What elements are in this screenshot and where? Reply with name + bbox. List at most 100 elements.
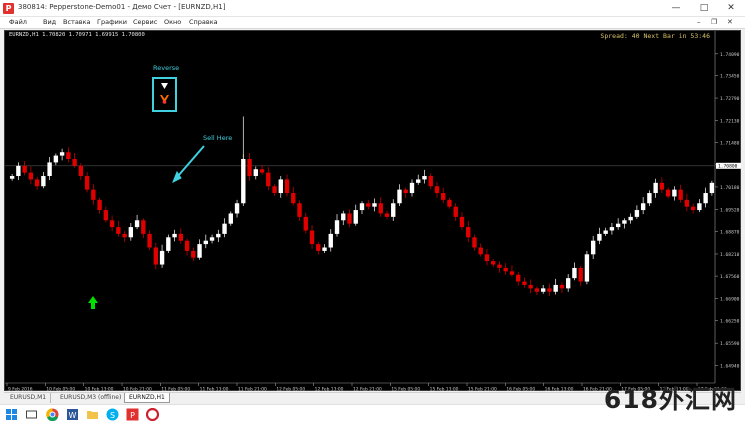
candle-body	[134, 220, 140, 228]
candle-body	[22, 165, 27, 173]
chart-canvas[interactable]: 1.74090 1.73450 1.72790 1.72130 1.71480 1.708…	[5, 31, 742, 392]
candle-body	[97, 199, 102, 211]
candle-body	[234, 203, 240, 214]
menu-charts[interactable]: Графики	[97, 18, 127, 26]
candle-body	[247, 159, 252, 177]
candle-body	[153, 247, 159, 265]
candle-body	[291, 193, 296, 204]
chrome-icon[interactable]	[46, 408, 59, 421]
candle-body	[628, 216, 633, 221]
candle-body	[284, 179, 290, 194]
candle-body	[659, 182, 665, 190]
candle-body	[572, 267, 577, 279]
title-bar: P 380814: Pepperstone-Demo01 - Демо Счет…	[0, 0, 745, 17]
y-tick-label: 1.67560	[720, 274, 740, 280]
candle-body	[34, 179, 40, 187]
spread-info: Spread: 40 Next Bar in 53:46	[600, 32, 710, 40]
candle-body	[397, 189, 402, 204]
price-chart[interactable]: 1.74090 1.73450 1.72790 1.72130 1.71480 1.708…	[4, 30, 742, 392]
screen: P 380814: Pepperstone-Demo01 - Демо Счет…	[0, 0, 745, 423]
task-view-icon[interactable]	[25, 408, 38, 421]
candle-body	[609, 227, 615, 231]
candle-body	[472, 237, 477, 248]
minimize-button[interactable]: —	[662, 0, 690, 17]
candle-body	[378, 203, 383, 214]
candle-body	[453, 206, 458, 217]
symbol-info: EURNZD,H1 1.70820 1.70971 1.69915 1.7080…	[9, 32, 145, 38]
close-button[interactable]: ✕	[717, 0, 745, 17]
candle-body	[434, 186, 440, 194]
candle-body	[172, 233, 177, 238]
candle-body	[16, 165, 21, 177]
candle-body	[534, 288, 540, 292]
candle-body	[597, 233, 602, 241]
candle-body	[141, 220, 146, 234]
y-tick-label: 1.64940	[720, 363, 740, 369]
child-close-button[interactable]: ✕	[727, 18, 733, 26]
candle-body	[303, 216, 308, 231]
candle-body	[684, 199, 690, 207]
candle-body	[416, 179, 421, 183]
candle-body	[522, 281, 527, 285]
word-icon[interactable]: W	[66, 408, 79, 421]
menu-view[interactable]: Вид	[43, 18, 56, 26]
candle-body	[278, 179, 283, 194]
menu-window[interactable]: Окно	[164, 18, 181, 26]
child-minimize-button[interactable]: –	[697, 18, 701, 26]
y-tick-label: 1.72790	[720, 96, 740, 102]
candle-body	[309, 230, 315, 245]
menu-insert[interactable]: Вставка	[63, 18, 91, 26]
candle-body	[640, 203, 646, 211]
candle-body	[178, 233, 184, 241]
candle-body	[147, 233, 152, 248]
candle-body	[709, 182, 715, 194]
menu-help[interactable]: Справка	[189, 18, 218, 26]
tab-eurusd-m3-offline[interactable]: EURUSD,M3 (offline)	[56, 393, 127, 403]
skype-icon[interactable]: S	[106, 408, 119, 421]
maximize-button[interactable]: □	[690, 0, 718, 17]
windows-start-icon[interactable]	[5, 408, 18, 421]
candle-body	[653, 182, 658, 194]
candle-body	[47, 162, 52, 177]
tab-eurusd-m1[interactable]: EURUSD,M1	[6, 393, 52, 403]
candle-body	[297, 203, 302, 217]
candle-body	[334, 220, 340, 234]
sell-signal-dot	[162, 100, 167, 104]
tab-eurnzd-h1[interactable]: EURNZD,H1	[124, 393, 170, 403]
reverse-box-icon	[152, 77, 177, 112]
candle-body	[197, 244, 202, 258]
candle-body	[366, 203, 371, 207]
svg-text:W: W	[69, 411, 77, 420]
candle-body	[622, 220, 627, 224]
opera-icon[interactable]	[146, 408, 159, 421]
candle-body	[422, 176, 427, 180]
y-tick-label: 1.65590	[720, 341, 740, 347]
y-tick-label: 1.66900	[720, 297, 740, 303]
candle-body	[103, 210, 109, 221]
candle-body	[466, 227, 471, 238]
candle-body	[509, 271, 515, 275]
pepperstone-terminal-icon[interactable]: P	[126, 408, 139, 421]
candle-body	[665, 189, 671, 197]
candle-body	[159, 250, 165, 265]
candle-body	[497, 264, 502, 268]
candle-body	[634, 210, 640, 217]
candle-body	[384, 213, 390, 217]
candle-body	[59, 152, 65, 156]
sell-here-label: Sell Here	[203, 134, 233, 142]
candle-body	[409, 182, 415, 194]
y-tick-label: 1.71480	[720, 141, 740, 147]
menu-tools[interactable]: Сервис	[133, 18, 157, 26]
candle-body	[547, 288, 552, 292]
candle-body	[28, 172, 34, 180]
window-title: 380814: Pepperstone-Demo01 - Демо Счет -…	[18, 3, 226, 11]
folder-icon[interactable]	[86, 408, 99, 421]
y-tick-label: 1.72130	[720, 119, 740, 125]
menu-file[interactable]: Файл	[9, 18, 27, 26]
candle-body	[78, 165, 84, 177]
candle-body	[678, 189, 683, 200]
candle-body	[578, 267, 583, 282]
candle-body	[428, 176, 433, 187]
candle-body	[128, 227, 134, 238]
child-restore-button[interactable]: ❐	[711, 18, 717, 26]
